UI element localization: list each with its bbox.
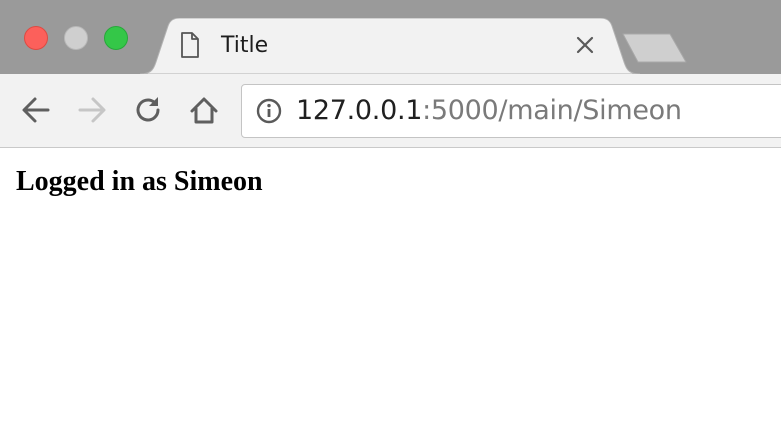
address-bar[interactable]: 127.0.0.1:5000/main/Simeon xyxy=(241,84,781,138)
new-tab-button[interactable] xyxy=(620,32,690,64)
window-minimize-button[interactable] xyxy=(64,26,88,50)
tab-title: Title xyxy=(221,33,269,58)
browser-titlebar: Title xyxy=(0,0,781,74)
url-text[interactable]: 127.0.0.1:5000/main/Simeon xyxy=(296,95,682,127)
page-content: Logged in as Simeon xyxy=(0,149,781,443)
url-path: :5000/main/Simeon xyxy=(422,95,682,126)
info-icon[interactable] xyxy=(256,98,282,124)
document-icon xyxy=(181,32,199,58)
arrow-right-icon[interactable] xyxy=(76,94,108,126)
close-icon[interactable] xyxy=(574,34,596,56)
reload-icon[interactable] xyxy=(132,94,164,126)
home-icon[interactable] xyxy=(188,94,220,126)
browser-tab[interactable]: Title xyxy=(140,18,640,74)
url-host: 127.0.0.1 xyxy=(296,95,423,126)
page-heading: Logged in as Simeon xyxy=(16,166,263,197)
window-close-button[interactable] xyxy=(24,26,48,50)
tab-background xyxy=(140,18,640,74)
browser-toolbar: 127.0.0.1:5000/main/Simeon xyxy=(0,74,781,148)
window-maximize-button[interactable] xyxy=(104,26,128,50)
arrow-left-icon[interactable] xyxy=(20,94,52,126)
